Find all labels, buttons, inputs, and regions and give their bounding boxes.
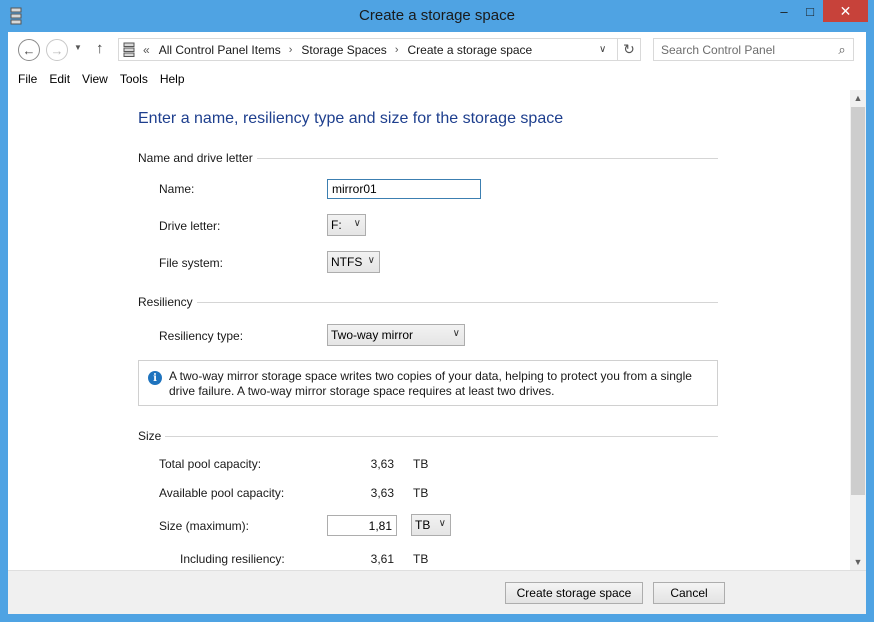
- resiliency-type-select[interactable]: Two-way mirror ∨: [327, 324, 465, 346]
- size-unit-select[interactable]: TB ∨: [411, 514, 451, 536]
- storage-spaces-icon: [123, 42, 135, 57]
- total-capacity-unit: TB: [413, 457, 429, 471]
- minimize-button[interactable]: –: [771, 0, 797, 22]
- arrow-left-icon: ←: [22, 42, 36, 58]
- including-resiliency-unit: TB: [413, 552, 429, 566]
- menu-tools[interactable]: Tools: [120, 72, 148, 86]
- menu-bar: File Edit View Tools Help: [8, 68, 866, 90]
- address-bar[interactable]: « All Control Panel Items › Storage Spac…: [118, 38, 641, 61]
- refresh-icon[interactable]: ↻: [617, 39, 640, 60]
- chevron-down-icon: ∨: [438, 518, 446, 529]
- available-capacity-value: 3,63: [370, 486, 394, 500]
- section-size: Size: [138, 429, 718, 443]
- menu-help[interactable]: Help: [160, 72, 185, 86]
- cancel-button[interactable]: Cancel: [653, 582, 725, 604]
- breadcrumb-create-storage-space[interactable]: Create a storage space: [407, 43, 532, 57]
- menu-edit[interactable]: Edit: [49, 72, 70, 86]
- up-arrow-icon[interactable]: ↑: [96, 40, 104, 57]
- resiliency-type-value: Two-way mirror: [331, 328, 414, 342]
- available-capacity-unit: TB: [413, 486, 429, 500]
- chevron-down-icon: ∨: [353, 218, 361, 229]
- section-title: Name and drive letter: [138, 151, 257, 165]
- size-unit-value: TB: [415, 518, 431, 532]
- divider: [138, 302, 718, 303]
- search-icon[interactable]: ⌕: [831, 42, 853, 58]
- chevron-down-icon: ∨: [452, 328, 460, 339]
- info-icon: i: [148, 371, 162, 385]
- client-area: ← → ▼ ↑ « All Control Panel Items › Stor…: [8, 32, 866, 614]
- recent-locations-icon[interactable]: ▼: [74, 43, 82, 52]
- size-maximum-label: Size (maximum):: [159, 519, 250, 533]
- back-button[interactable]: ←: [18, 39, 40, 61]
- section-title: Resiliency: [138, 295, 197, 309]
- file-system-value: NTFS: [331, 255, 363, 269]
- section-resiliency: Resiliency: [138, 295, 718, 309]
- breadcrumb-storage-spaces[interactable]: Storage Spaces: [301, 43, 386, 57]
- scroll-down-icon[interactable]: ▼: [850, 554, 866, 570]
- create-storage-space-button[interactable]: Create storage space: [505, 582, 643, 604]
- chevron-down-icon: ∨: [367, 255, 375, 266]
- name-input[interactable]: mirror01: [327, 179, 481, 199]
- address-toolbar: ← → ▼ ↑ « All Control Panel Items › Stor…: [8, 32, 866, 68]
- drive-letter-select[interactable]: F: ∨: [327, 214, 366, 236]
- vertical-scrollbar[interactable]: ▲ ▼: [850, 90, 866, 570]
- drive-letter-value: F:: [331, 218, 342, 232]
- scroll-up-icon[interactable]: ▲: [850, 90, 866, 106]
- including-resiliency-label: Including resiliency:: [180, 552, 285, 566]
- file-system-select[interactable]: NTFS ∨: [327, 251, 380, 273]
- page-content: Enter a name, resiliency type and size f…: [8, 90, 850, 570]
- file-system-label: File system:: [159, 256, 224, 270]
- chevron-right-icon[interactable]: ›: [289, 44, 293, 56]
- resiliency-info-box: i A two-way mirror storage space writes …: [138, 360, 718, 406]
- section-name-drive: Name and drive letter: [138, 151, 718, 165]
- maximize-button[interactable]: □: [797, 0, 823, 22]
- address-dropdown-icon[interactable]: ∨: [599, 44, 606, 55]
- search-box: ⌕: [653, 38, 854, 61]
- title-bar[interactable]: Create a storage space – □ ✕: [0, 0, 874, 32]
- section-title: Size: [138, 429, 166, 443]
- footer-bar: Create storage space Cancel: [8, 570, 866, 614]
- close-button[interactable]: ✕: [823, 0, 868, 22]
- page-title: Enter a name, resiliency type and size f…: [138, 110, 564, 127]
- resiliency-type-label: Resiliency type:: [159, 329, 244, 343]
- breadcrumb-all-control-panel-items[interactable]: All Control Panel Items: [159, 43, 281, 57]
- total-capacity-value: 3,63: [370, 457, 394, 471]
- total-capacity-label: Total pool capacity:: [159, 457, 262, 471]
- scroll-thumb[interactable]: [851, 107, 865, 495]
- available-capacity-label: Available pool capacity:: [159, 486, 285, 500]
- breadcrumb-overflow-icon[interactable]: «: [143, 43, 150, 57]
- menu-view[interactable]: View: [82, 72, 108, 86]
- name-label: Name:: [159, 182, 195, 196]
- window: Create a storage space – □ ✕ ← → ▼ ↑ « A…: [0, 0, 874, 622]
- window-title: Create a storage space: [359, 7, 515, 24]
- forward-button[interactable]: →: [46, 39, 68, 61]
- chevron-right-icon[interactable]: ›: [395, 44, 399, 56]
- resiliency-description: A two-way mirror storage space writes tw…: [169, 369, 692, 398]
- including-resiliency-value: 3,61: [370, 552, 394, 566]
- divider: [138, 436, 718, 437]
- size-input[interactable]: 1,81: [327, 515, 397, 536]
- search-input[interactable]: [654, 42, 831, 57]
- menu-file[interactable]: File: [18, 72, 37, 86]
- drive-letter-label: Drive letter:: [159, 219, 221, 233]
- arrow-right-icon: →: [50, 42, 64, 58]
